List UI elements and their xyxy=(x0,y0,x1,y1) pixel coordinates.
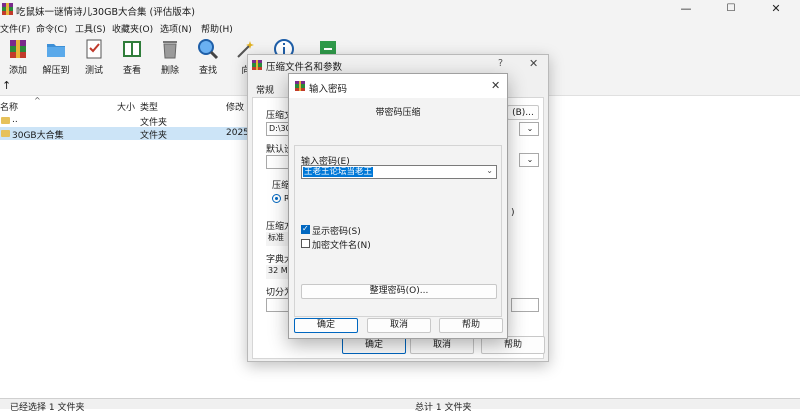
status-selection: 已经选择 1 文件夹 xyxy=(10,403,85,413)
find-label: 查找 xyxy=(198,66,217,76)
password-dialog-title: 输入密码 xyxy=(309,84,348,95)
password-cancel-button[interactable]: 取消 xyxy=(367,318,431,333)
menu-help[interactable]: 帮助(H) xyxy=(201,22,233,35)
extract-label: 解压到 xyxy=(42,66,70,76)
folder-icon xyxy=(1,130,10,137)
window-title: 吃鼠妹一谜情诗儿30GB大合集 (评估版本) xyxy=(16,7,195,18)
menu-commands[interactable]: 命令(C) xyxy=(36,22,67,35)
menu-file[interactable]: 文件(F) xyxy=(0,22,30,35)
menu-options[interactable]: 选项(N) xyxy=(160,22,192,35)
archive-path-dropdown[interactable]: ⌄ xyxy=(519,122,539,136)
test-button[interactable]: 测试 xyxy=(76,38,112,76)
column-modified[interactable]: 修改 xyxy=(226,100,244,113)
profile-dropdown[interactable]: ⌄ xyxy=(519,153,539,167)
password-dialog-close-button[interactable]: ✕ xyxy=(491,79,500,92)
organize-passwords-button[interactable]: 整理密码(O)... xyxy=(301,284,497,299)
column-type[interactable]: 类型 xyxy=(140,100,158,113)
archive-dialog-title: 压缩文件名和参数 xyxy=(266,62,343,73)
test-clipboard-icon xyxy=(83,38,105,60)
help-question-button[interactable]: ? xyxy=(498,58,503,69)
password-value: 王老王论坛当老王 xyxy=(303,167,374,177)
extract-folder-icon xyxy=(45,38,67,60)
magnifier-icon xyxy=(197,38,219,60)
menu-tools[interactable]: 工具(S) xyxy=(75,22,106,35)
file-type: 文件夹 xyxy=(140,131,168,141)
status-bar: 已经选择 1 文件夹 总计 1 文件夹 xyxy=(0,398,800,413)
chevron-down-icon[interactable]: ⌄ xyxy=(486,166,493,175)
delete-button[interactable]: 删除 xyxy=(152,38,188,76)
add-label: 添加 xyxy=(8,66,27,76)
add-button[interactable]: 添加 xyxy=(0,38,36,76)
view-book-icon xyxy=(121,38,143,60)
tab-general[interactable]: 常规 xyxy=(256,83,274,96)
password-dialog-heading: 带密码压缩 xyxy=(375,108,421,118)
password-ok-button[interactable]: 确定 xyxy=(294,318,358,333)
add-archive-icon xyxy=(7,38,29,60)
find-button[interactable]: 查找 xyxy=(190,38,226,76)
dialog-app-icon xyxy=(252,60,262,70)
column-size[interactable]: 大小 xyxy=(117,100,135,113)
archive-dialog-close-button[interactable]: ✕ xyxy=(529,57,538,70)
menu-bar: 文件(F) 命令(C) 工具(S) 收藏夹(O) 选项(N) 帮助(H) xyxy=(0,20,800,36)
close-button[interactable]: ✕ xyxy=(754,0,798,20)
password-input[interactable]: 王老王论坛当老王 ⌄ xyxy=(301,165,497,179)
file-modified: 2025 xyxy=(226,128,249,138)
trash-icon xyxy=(159,38,181,60)
file-name: .. xyxy=(12,115,18,125)
options-side-mark: ) xyxy=(511,208,515,218)
sort-ascending-icon: ^ xyxy=(34,96,41,105)
folder-icon xyxy=(1,117,10,124)
minimize-button[interactable]: — xyxy=(664,0,708,20)
enter-password-dialog: 输入密码 ✕ 带密码压缩 输入密码(E) 王老王论坛当老王 ⌄ 显示密码(S) … xyxy=(288,73,508,339)
rar-format-radio[interactable] xyxy=(272,194,281,203)
password-help-button[interactable]: 帮助 xyxy=(439,318,503,333)
show-password-checkbox[interactable] xyxy=(301,224,310,234)
view-button[interactable]: 查看 xyxy=(114,38,150,76)
status-total: 总计 1 文件夹 xyxy=(415,403,472,413)
extract-button[interactable]: 解压到 xyxy=(38,38,74,76)
encrypt-filenames-checkbox[interactable] xyxy=(301,239,310,248)
show-password-label: 显示密码(S) xyxy=(312,227,361,237)
winrar-app-icon xyxy=(2,3,13,15)
table-row[interactable]: .. 文件夹 xyxy=(0,114,260,128)
password-dialog-titlebar: 输入密码 ✕ xyxy=(289,74,507,98)
test-label: 测试 xyxy=(84,66,103,76)
delete-label: 删除 xyxy=(160,66,179,76)
view-label: 查看 xyxy=(122,66,141,76)
browse-button[interactable]: (B)... xyxy=(507,105,539,120)
encrypt-filenames-label: 加密文件名(N) xyxy=(312,241,371,251)
up-one-level-icon[interactable]: ↑ xyxy=(2,79,11,92)
title-bar: 吃鼠妹一谜情诗儿30GB大合集 (评估版本) — ☐ ✕ xyxy=(0,0,800,20)
split-unit-field[interactable] xyxy=(511,298,539,312)
menu-favorites[interactable]: 收藏夹(O) xyxy=(112,22,153,35)
maximize-button[interactable]: ☐ xyxy=(709,0,753,20)
column-name[interactable]: 名称 xyxy=(0,100,18,113)
dialog-app-icon xyxy=(295,81,305,91)
table-row[interactable]: 30GB大合集 文件夹 2025 xyxy=(0,127,260,141)
file-name: 30GB大合集 xyxy=(12,131,64,141)
